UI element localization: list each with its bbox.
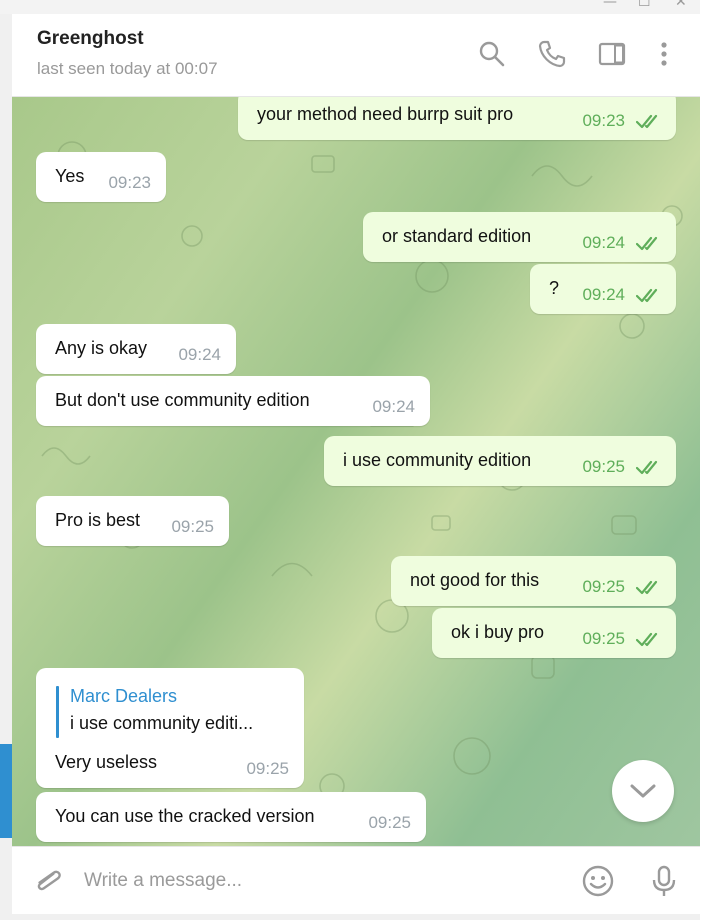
message-list[interactable]: your method need burrp suit pro 09:23 Yes 0… xyxy=(12,96,700,846)
message-time: 09:23 xyxy=(582,111,625,130)
sidebar-panel-icon[interactable] xyxy=(597,39,627,69)
outgoing-message[interactable]: not good for this 09:25 xyxy=(391,556,676,606)
window-titlebar: — ☐ ✕ xyxy=(0,0,710,14)
incoming-message[interactable]: Any is okay 09:24 xyxy=(36,324,236,374)
message-text: ok i buy pro xyxy=(451,622,545,642)
contact-name[interactable]: Greenghost xyxy=(37,28,144,50)
background-app-strip xyxy=(0,744,12,838)
background-window xyxy=(700,0,710,920)
message-time: 09:24 xyxy=(372,397,415,416)
close-icon[interactable]: ✕ xyxy=(675,0,687,10)
outgoing-message[interactable]: ok i buy pro 09:25 xyxy=(432,608,676,658)
message-time: 09:25 xyxy=(582,577,625,596)
read-checkmark-icon xyxy=(635,235,662,251)
message-time: 09:25 xyxy=(246,759,289,778)
paperclip-icon[interactable] xyxy=(30,863,66,899)
reply-author-name[interactable]: Marc Dealers xyxy=(70,686,177,707)
chevron-down-icon xyxy=(630,784,656,798)
phone-icon[interactable] xyxy=(537,39,567,69)
chat-window: Greenghost last seen today at 00:07 your… xyxy=(12,14,700,914)
scroll-to-bottom-button[interactable] xyxy=(612,760,674,822)
message-text: Any is okay xyxy=(55,338,148,358)
read-checkmark-icon xyxy=(635,579,662,595)
message-input[interactable] xyxy=(82,865,556,897)
reply-quoted-text[interactable]: i use community editi... xyxy=(70,713,253,734)
incoming-message[interactable]: Yes 09:23 xyxy=(36,152,166,202)
contact-status: last seen today at 00:07 xyxy=(37,59,218,78)
reply-quote-bar xyxy=(56,686,59,738)
outgoing-message[interactable]: i use community edition 09:25 xyxy=(324,436,676,486)
message-text: Yes xyxy=(55,166,85,186)
outgoing-message[interactable]: ? 09:24 xyxy=(530,264,676,314)
read-checkmark-icon xyxy=(635,113,662,129)
smiley-icon[interactable] xyxy=(580,863,616,899)
read-checkmark-icon xyxy=(635,459,662,475)
message-composer xyxy=(12,846,700,914)
incoming-message[interactable]: But don't use community edition 09:24 xyxy=(36,376,430,426)
message-time: 09:24 xyxy=(582,285,625,304)
message-text: i use community edition xyxy=(343,450,532,470)
incoming-message[interactable]: You can use the cracked version 09:25 xyxy=(36,792,426,842)
maximize-icon[interactable]: ☐ xyxy=(638,0,651,10)
message-text: ? xyxy=(549,278,560,298)
message-time: 09:25 xyxy=(582,457,625,476)
minimize-icon[interactable]: — xyxy=(603,0,617,10)
message-time: 09:24 xyxy=(178,345,221,364)
message-text: You can use the cracked version xyxy=(55,806,315,826)
message-time: 09:25 xyxy=(368,813,411,832)
outgoing-message[interactable]: or standard edition 09:24 xyxy=(363,212,676,262)
incoming-message[interactable]: Pro is best 09:25 xyxy=(36,496,229,546)
message-time: 09:23 xyxy=(108,173,151,192)
message-time: 09:25 xyxy=(171,517,214,536)
message-text: your method need burrp suit pro xyxy=(257,104,514,124)
message-text: or standard edition xyxy=(382,226,532,246)
message-time: 09:25 xyxy=(582,629,625,648)
message-text: Very useless xyxy=(55,752,158,772)
more-vertical-icon[interactable] xyxy=(652,39,682,69)
search-icon[interactable] xyxy=(477,39,507,69)
message-time: 09:24 xyxy=(582,233,625,252)
chat-header: Greenghost last seen today at 00:07 xyxy=(12,14,700,97)
message-text: Pro is best xyxy=(55,510,141,530)
read-checkmark-icon xyxy=(635,631,662,647)
outgoing-message[interactable]: your method need burrp suit pro 09:23 xyxy=(238,96,676,140)
message-text: But don't use community edition xyxy=(55,390,310,410)
incoming-message[interactable]: Marc Dealers i use community editi... Very… xyxy=(36,668,304,788)
message-text: not good for this xyxy=(410,570,540,590)
read-checkmark-icon xyxy=(635,287,662,303)
microphone-icon[interactable] xyxy=(646,863,682,899)
